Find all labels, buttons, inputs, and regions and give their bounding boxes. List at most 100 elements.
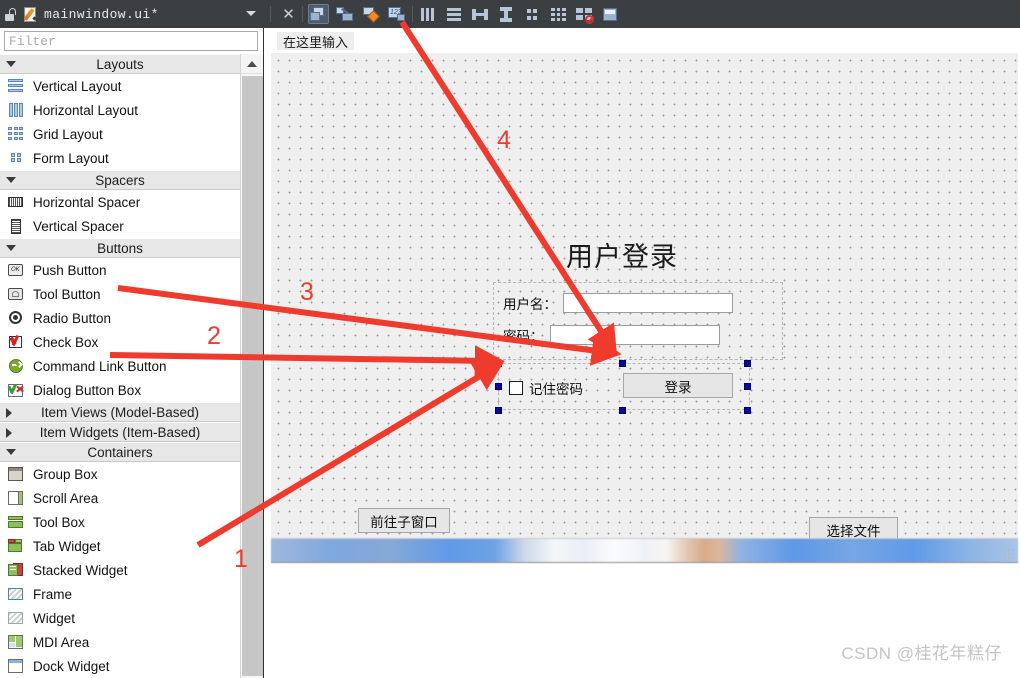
filter-input[interactable]: Filter [4, 31, 258, 51]
selection-handle[interactable] [495, 383, 502, 390]
form-layout-icon [524, 7, 541, 22]
lay-out-in-form-layout-button[interactable] [522, 4, 543, 24]
break-layout-button[interactable] [574, 4, 595, 24]
widget-item-group-box[interactable]: Group Box [0, 462, 240, 486]
selection-handle[interactable] [744, 360, 751, 367]
widget-item-label: Grid Layout [33, 126, 103, 142]
widget-box-list[interactable]: Layouts Vertical Layout Horizontal Layout G… [0, 54, 240, 678]
close-form-button[interactable]: ✕ [278, 4, 299, 24]
widget-item-radio-button[interactable]: Radio Button [0, 306, 240, 330]
lay-out-in-grid-button[interactable] [548, 4, 569, 24]
form-central-widget[interactable]: 用户登录 用户名： 密码： 记住密码 登录 前往子窗口 选择文件 [271, 53, 1018, 563]
ui-file-icon [23, 6, 38, 22]
widget-item-label: Dialog Button Box [33, 382, 142, 398]
widget-group-label: Item Widgets (Item-Based) [39, 424, 201, 440]
widget-item-stacked-widget[interactable]: Stacked Widget [0, 558, 240, 582]
selection-handle[interactable] [495, 407, 502, 414]
widget-item-horizontal-layout[interactable]: Horizontal Layout [0, 98, 240, 122]
widget-group-header-buttons[interactable]: Buttons [0, 238, 240, 258]
remember-password-checkbox[interactable] [509, 381, 523, 395]
check-box-icon [7, 334, 25, 351]
remember-password-row[interactable]: 记住密码 [509, 378, 583, 398]
edit-signals-slots-button[interactable] [334, 4, 355, 24]
dock-widget-icon [7, 658, 25, 675]
goto-subwindow-button[interactable]: 前往子窗口 [358, 508, 450, 533]
lay-out-vertically-in-splitter-button[interactable] [496, 4, 517, 24]
layout-vertical-icon [446, 7, 463, 22]
unlocked-padlock-icon[interactable] [5, 7, 18, 21]
widget-item-form-layout[interactable]: Form Layout [0, 146, 240, 170]
design-canvas[interactable]: 在这里输入 用户登录 用户名： 密码： 记住密码 登录 前往子窗口 选择文件 [265, 28, 1020, 678]
widget-item-label: Tool Box [33, 514, 85, 530]
csdn-watermark: CSDN @桂花年糕仔 [841, 644, 1002, 663]
widget-item-mdi-area[interactable]: MDI Area [0, 630, 240, 654]
menubar-type-here[interactable]: 在这里输入 [277, 32, 355, 50]
selection-handle[interactable] [744, 383, 751, 390]
selection-handle[interactable] [619, 407, 626, 414]
chevron-up-icon [247, 60, 257, 67]
widget-group-header-item-widgets[interactable]: Item Widgets (Item-Based) [0, 422, 240, 442]
break-layout-icon [576, 7, 594, 24]
selection-handle[interactable] [744, 407, 751, 414]
titlebar: mainwindow.ui* ✕ 123 [0, 0, 1020, 28]
widget-item-horizontal-spacer[interactable]: Horizontal Spacer [0, 190, 240, 214]
resize-grip-icon[interactable] [1003, 548, 1015, 560]
widget-item-label: MDI Area [33, 634, 90, 650]
chevron-right-icon [6, 408, 12, 418]
chevron-down-icon[interactable] [246, 11, 256, 16]
widget-item-widget[interactable]: Widget [0, 606, 240, 630]
widget-group-header-item-views[interactable]: Item Views (Model-Based) [0, 402, 240, 422]
password-input[interactable] [549, 325, 720, 345]
forbidden-badge-icon [585, 14, 594, 24]
widget-item-tool-button[interactable]: Tool Button [0, 282, 240, 306]
widget-item-dialog-button-box[interactable]: Dialog Button Box [0, 378, 240, 402]
widget-item-vertical-spacer[interactable]: Vertical Spacer [0, 214, 240, 238]
scroll-up-button[interactable] [241, 54, 263, 74]
selection-handle[interactable] [495, 360, 502, 367]
widget-item-label: Horizontal Layout [33, 102, 139, 118]
selection-handle[interactable] [619, 360, 626, 367]
widget-item-push-button[interactable]: OK Push Button [0, 258, 240, 282]
tab-order-icon: 123 [388, 6, 405, 22]
widget-item-label: Group Box [33, 466, 98, 482]
widget-item-scroll-area[interactable]: Scroll Area [0, 486, 240, 510]
chevron-down-icon [6, 61, 16, 67]
form-menubar[interactable]: 在这里输入 [271, 30, 1018, 52]
document-tab[interactable]: mainwindow.ui* [0, 0, 264, 28]
tool-box-icon [7, 514, 25, 531]
widget-group-header-layouts[interactable]: Layouts [0, 54, 240, 74]
lay-out-horizontally-button[interactable] [418, 4, 439, 24]
widget-item-frame[interactable]: Frame [0, 582, 240, 606]
widget-item-tab-widget[interactable]: Tab Widget [0, 534, 240, 558]
widget-group-label: Item Views (Model-Based) [40, 404, 200, 420]
widget-item-check-box[interactable]: Check Box [0, 330, 240, 354]
widget-item-command-link[interactable]: Command Link Button [0, 354, 240, 378]
form-mainwindow[interactable]: 在这里输入 用户登录 用户名： 密码： 记住密码 登录 前往子窗口 选择文件 [271, 30, 1018, 585]
buddies-icon [362, 6, 380, 23]
widget-item-label: Command Link Button [33, 358, 167, 374]
scrollbar-thumb[interactable] [242, 76, 263, 676]
edit-tab-order-button[interactable]: 123 [386, 4, 407, 24]
edit-widgets-button[interactable] [308, 4, 329, 24]
widget-item-grid-layout[interactable]: Grid Layout [0, 122, 240, 146]
widget-box-scrollbar[interactable] [240, 54, 263, 678]
widget-group-header-containers[interactable]: Containers [0, 442, 240, 462]
filter-placeholder: Filter [9, 33, 56, 49]
widget-item-tool-box[interactable]: Tool Box [0, 510, 240, 534]
widget-group-label: Spacers [95, 172, 145, 188]
widget-item-label: Tab Widget [33, 538, 101, 554]
widget-item-dock-widget[interactable]: Dock Widget [0, 654, 240, 678]
username-input[interactable] [563, 293, 733, 313]
edit-buddies-button[interactable] [360, 4, 381, 24]
grid-layout-icon [7, 126, 25, 143]
login-title: 用户登录 [566, 242, 678, 272]
widget-item-label: Scroll Area [33, 490, 99, 506]
login-button[interactable]: 登录 [623, 373, 733, 398]
widget-item-vertical-layout[interactable]: Vertical Layout [0, 74, 240, 98]
adjust-size-button[interactable] [600, 4, 621, 24]
widget-group-label: Containers [87, 444, 153, 460]
lay-out-vertically-button[interactable] [444, 4, 465, 24]
lay-out-horizontally-in-splitter-button[interactable] [470, 4, 491, 24]
widget-item-label: Vertical Spacer [33, 218, 124, 234]
widget-group-header-spacers[interactable]: Spacers [0, 170, 240, 190]
